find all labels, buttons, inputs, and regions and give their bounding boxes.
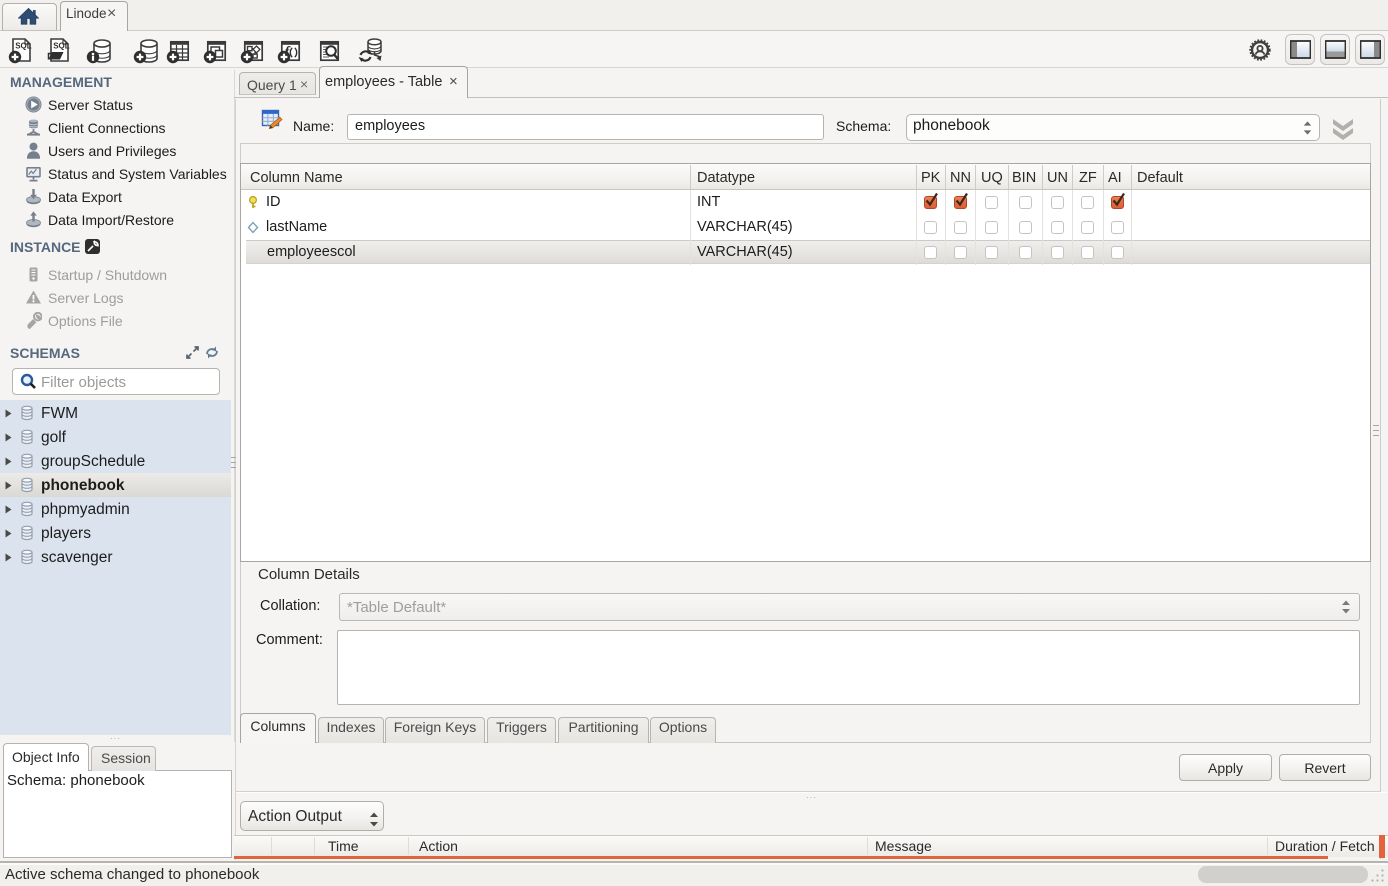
svg-text:SQL: SQL [15, 42, 32, 51]
svg-text:SQL: SQL [53, 42, 70, 51]
